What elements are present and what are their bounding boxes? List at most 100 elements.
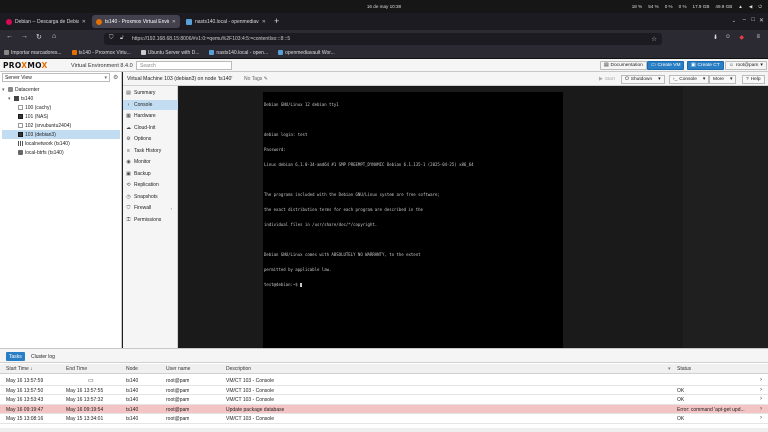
bookmark-omv-workbench[interactable]: openmediavault Wor... xyxy=(278,50,335,56)
menu-summary[interactable]: ▤ Summary xyxy=(123,88,178,98)
tags-editor[interactable]: No Tags ✎ xyxy=(244,76,268,82)
table-row-error[interactable]: May 16 09:19:47 May 16 09:19:54 ts140 ro… xyxy=(0,404,768,414)
play-icon: ▶ xyxy=(599,76,603,82)
cpu-indicator[interactable]: 18 % xyxy=(632,4,642,10)
close-tab-icon[interactable]: ✕ xyxy=(82,19,86,25)
tab-tasks[interactable]: Tasks xyxy=(6,352,25,361)
close-tab-icon[interactable]: ✕ xyxy=(172,19,176,25)
gear-icon[interactable]: ⚙ xyxy=(113,74,118,81)
tree-node-vm-103[interactable]: 103 (debian3) xyxy=(2,130,120,139)
memory-indicator[interactable]: 54 % xyxy=(648,4,658,10)
close-tab-icon[interactable]: ✕ xyxy=(262,19,266,25)
chevron-right-icon[interactable]: › xyxy=(760,377,762,383)
column-end-time[interactable]: End Time xyxy=(66,366,87,372)
downloads-icon[interactable]: ⬇ xyxy=(713,34,718,41)
chevron-right-icon[interactable]: › xyxy=(760,396,762,402)
maximize-icon[interactable]: □ xyxy=(751,17,755,23)
disk-total-indicator[interactable]: 49.9 GB xyxy=(715,4,732,10)
menu-firewall[interactable]: ⛉ Firewall › xyxy=(123,203,178,213)
create-ct-button[interactable]: ▣ Create CT xyxy=(687,61,724,70)
menu-hardware[interactable]: ▦ Hardware xyxy=(123,111,178,121)
search-input[interactable]: Search xyxy=(136,61,232,70)
column-user-name[interactable]: User name xyxy=(166,366,190,372)
menu-console[interactable]: › Console xyxy=(123,99,178,110)
column-node[interactable]: Node xyxy=(126,366,138,372)
column-status[interactable]: Status xyxy=(677,366,691,372)
menu-permissions[interactable]: ⚿ Permissions xyxy=(123,215,178,225)
bookmark-nasts140[interactable]: nasts140.local - open... xyxy=(209,50,268,56)
user-menu-button[interactable]: ☺ root@pam ▾ xyxy=(725,61,767,70)
disk-used-indicator[interactable]: 17.9 GB xyxy=(693,4,710,10)
table-row[interactable]: May 16 13:57:59 ▭ ts140 root@pam VM/CT 1… xyxy=(0,376,768,386)
debian-favicon-icon xyxy=(6,18,12,25)
account-icon[interactable]: ☺ xyxy=(725,34,731,40)
bookmark-star-icon[interactable]: ☆ xyxy=(651,35,657,43)
shutdown-button[interactable]: ⏻ Shutdown ▾ xyxy=(621,74,665,84)
os-clock[interactable]: 16 de may 10:38 xyxy=(356,4,412,9)
chevron-right-icon[interactable]: › xyxy=(760,415,762,421)
tree-node-vm-100[interactable]: 100 (cachy) xyxy=(2,103,120,112)
vm-console-screen[interactable]: Debian GNU/Linux 12 debian tty1 debian l… xyxy=(263,92,563,348)
system-tray[interactable]: 18 % 54 % 0 % 0 % 17.9 GB 49.9 GB ▲ ◀ ⏻ xyxy=(632,4,762,10)
column-start-time[interactable]: Start Time ↓ xyxy=(6,366,33,372)
power-icon[interactable]: ⏻ xyxy=(758,4,762,10)
close-window-icon[interactable]: ✕ xyxy=(759,17,764,24)
documentation-button[interactable]: ▤ Documentation xyxy=(600,61,647,70)
volume-icon[interactable]: ◀ xyxy=(749,4,753,10)
browser-tab-debian[interactable]: Debian -- Descarga de Debian ✕ xyxy=(2,15,90,28)
tab-cluster-log[interactable]: Cluster log xyxy=(28,352,58,361)
horizontal-scrollbar[interactable] xyxy=(0,428,768,432)
extension-icon[interactable]: ◆ xyxy=(739,34,744,41)
tracking-shield-icon[interactable]: ⛉ xyxy=(109,35,114,42)
column-description[interactable]: Description xyxy=(226,366,251,372)
home-icon[interactable]: ⌂ xyxy=(52,33,56,40)
bookmark-proxmox[interactable]: ts140 - Proxmox Virtu... xyxy=(71,50,131,56)
table-row[interactable]: May 16 13:57:50 May 16 13:57:55 ts140 ro… xyxy=(0,386,768,395)
tab-list-chevron-icon[interactable]: ⌄ xyxy=(732,18,736,24)
url-bar[interactable]: ⛉ 🔓︎ https://192.168.68.15:8006/#v1:0:=q… xyxy=(104,32,662,45)
reload-icon[interactable]: ↻ xyxy=(36,33,42,41)
table-row[interactable]: May 16 13:53:43 May 16 13:57:32 ts140 ro… xyxy=(0,395,768,405)
menu-options[interactable]: ⚙ Options xyxy=(123,134,178,144)
menu-task-history[interactable]: ≡ Task History xyxy=(123,146,178,156)
console-button[interactable]: ›_ Console ▾ xyxy=(669,74,710,84)
pencil-icon[interactable]: ✎ xyxy=(264,76,268,82)
create-vm-button[interactable]: ▭ Create VM xyxy=(647,61,685,70)
view-selector[interactable]: Server View ▾ xyxy=(2,73,110,82)
network-icon[interactable]: ▲ xyxy=(738,4,743,10)
app-menu-icon[interactable]: ≡ xyxy=(756,34,760,40)
menu-snapshots[interactable]: ◷ Snapshots xyxy=(123,192,178,202)
console-prompt-line[interactable]: test@debian:~$ xyxy=(264,282,563,287)
column-menu-chevron-icon[interactable]: ▾ xyxy=(668,366,671,372)
bookmark-ubuntu[interactable]: Ubuntu Server with D... xyxy=(140,50,199,56)
chevron-right-icon[interactable]: › xyxy=(760,387,762,393)
swap-indicator[interactable]: 0 % xyxy=(665,4,673,10)
url-text[interactable]: https://192.168.68.15:8006/#v1:0:=qemu%2… xyxy=(132,36,290,42)
collapse-arrow-icon[interactable]: ▾ xyxy=(8,96,12,102)
back-icon[interactable]: ← xyxy=(6,33,13,40)
tree-node-vm-102[interactable]: 102 (srvubuntu2404) xyxy=(2,121,120,130)
menu-backup[interactable]: ▣ Backup xyxy=(123,169,178,179)
forward-icon[interactable]: → xyxy=(21,33,28,40)
tree-node-local-btrfs[interactable]: local-btrfs (ts140) xyxy=(2,148,120,157)
new-tab-icon[interactable]: + xyxy=(274,16,279,26)
chevron-right-icon[interactable]: › xyxy=(760,406,762,412)
tree-node-ts140[interactable]: ▾ ts140 xyxy=(2,94,120,103)
tree-node-localnetwork[interactable]: localnetwork (ts140) xyxy=(2,139,120,148)
menu-monitor[interactable]: ◉ Monitor xyxy=(123,157,178,167)
menu-cloud-init[interactable]: ☁ Cloud-Init xyxy=(123,123,178,133)
insecure-lock-icon[interactable]: 🔓︎ xyxy=(120,35,124,42)
gpu-indicator[interactable]: 0 % xyxy=(679,4,687,10)
tree-node-vm-101[interactable]: 101 (NAS) xyxy=(2,112,120,121)
minimize-icon[interactable]: – xyxy=(743,17,746,23)
more-button[interactable]: More ▾ xyxy=(709,74,737,84)
collapse-arrow-icon[interactable]: ▾ xyxy=(2,87,6,93)
start-button[interactable]: ▶ Start xyxy=(596,75,618,84)
menu-replication[interactable]: ⟲ Replication xyxy=(123,180,178,190)
bookmark-import[interactable]: Importar marcadores... xyxy=(4,50,62,56)
table-row[interactable]: May 15 13:08:16 May 15 13:34:01 ts140 ro… xyxy=(0,414,768,424)
browser-tab-proxmox[interactable]: ts140 - Proxmox Virtual Environment ✕ xyxy=(92,15,180,28)
tree-node-datacenter[interactable]: ▾ Datacenter xyxy=(2,85,120,94)
help-button[interactable]: ? Help xyxy=(742,74,765,84)
browser-tab-openmediavault[interactable]: nasts140.local - openmediavault ✕ xyxy=(182,15,270,28)
